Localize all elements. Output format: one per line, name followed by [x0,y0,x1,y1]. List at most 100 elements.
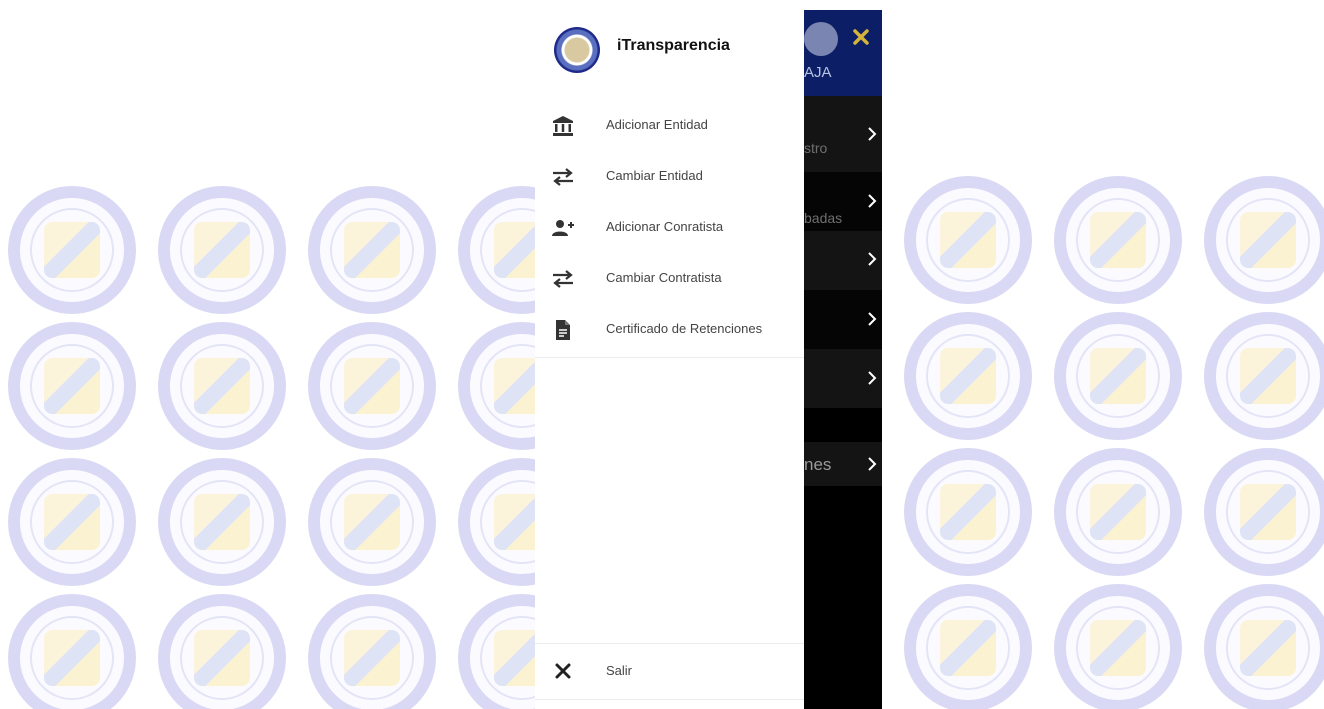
footer-divider [535,643,804,644]
watermark-seal [904,448,1032,576]
watermark-seal [158,594,286,709]
watermark-seal-emblem [494,358,535,414]
menu-item-adicionar-contratista[interactable]: Adicionar Conratista [535,202,804,253]
close-icon [555,663,571,679]
watermark-seal-emblem [44,358,100,414]
watermark-seal [158,458,286,586]
watermark-seal [1054,312,1182,440]
watermark-seal-emblem [1240,212,1296,268]
watermark-seal [308,458,436,586]
footer-divider [535,699,804,700]
watermark-seal-emblem [194,630,250,686]
watermark-seal [158,186,286,314]
watermark-seal [1204,176,1324,304]
document-icon [556,320,570,340]
menu-item-cambiar-contratista[interactable]: Cambiar Contratista [535,253,804,304]
background-app-row-text: badas [804,210,843,226]
navigation-drawer: iTransparencia Adicionar Entidad Cambiar… [535,0,804,709]
logout-button[interactable]: Salir [535,645,804,697]
watermark-background-left [0,0,535,709]
bank-icon [553,116,573,136]
logout-label: Salir [606,663,633,678]
watermark-seal-emblem [44,222,100,278]
background-app-row[interactable] [804,290,882,349]
watermark-seal [1204,448,1324,576]
watermark-seal [308,594,436,709]
menu-divider [535,357,804,358]
background-app-row[interactable] [804,231,882,290]
chevron-right-icon [868,312,877,326]
watermark-seal [458,186,535,314]
watermark-seal-emblem [194,494,250,550]
background-app-row-text: stro [804,140,828,156]
watermark-seal [904,176,1032,304]
watermark-seal-emblem [344,222,400,278]
watermark-seal-emblem [344,630,400,686]
watermark-seal [158,322,286,450]
watermark-background-right [882,0,1324,709]
watermark-seal [1054,448,1182,576]
watermark-seal-emblem [194,358,250,414]
menu-item-label: Certificado de Retenciones [606,321,763,336]
drawer-menu: Adicionar Entidad Cambiar Entidad Adicio… [535,100,804,355]
watermark-seal [458,458,535,586]
watermark-seal [1204,312,1324,440]
watermark-seal [458,322,535,450]
watermark-seal-emblem [344,494,400,550]
watermark-seal [8,186,136,314]
watermark-seal [308,322,436,450]
watermark-seal-emblem [1240,348,1296,404]
chevron-right-icon [868,127,877,141]
person-add-icon [552,220,574,236]
watermark-grid-right [904,176,1324,709]
menu-item-label: Adicionar Conratista [606,219,724,234]
watermark-seal-emblem [940,212,996,268]
swap-icon [553,270,573,288]
background-app-header-text: AJA [804,64,832,81]
app-logo [554,27,600,73]
watermark-seal-emblem [1240,620,1296,676]
watermark-seal-emblem [940,484,996,540]
watermark-seal-emblem [494,630,535,686]
watermark-seal-emblem [44,494,100,550]
watermark-seal [904,584,1032,709]
watermark-seal-emblem [44,630,100,686]
chevron-right-icon [868,194,877,208]
watermark-seal [1054,176,1182,304]
watermark-seal-emblem [1090,212,1146,268]
background-app-row[interactable] [804,349,882,408]
watermark-seal-emblem [1090,348,1146,404]
watermark-seal [8,458,136,586]
menu-item-cambiar-entidad[interactable]: Cambiar Entidad [535,151,804,202]
watermark-seal [458,594,535,709]
background-app-row[interactable]: badas [804,172,882,231]
background-app-panel: AJA stro badas nes [804,10,882,709]
close-icon[interactable] [852,28,870,46]
chevron-right-icon [868,252,877,266]
menu-item-label: Cambiar Entidad [606,168,703,183]
watermark-seal-emblem [494,222,535,278]
menu-item-certificado-retenciones[interactable]: Certificado de Retenciones [535,304,804,355]
watermark-seal-emblem [940,620,996,676]
watermark-seal-emblem [344,358,400,414]
watermark-seal-emblem [940,348,996,404]
background-app-row[interactable]: stro [804,96,882,172]
watermark-seal-emblem [1090,620,1146,676]
watermark-seal [1204,584,1324,709]
watermark-seal [1054,584,1182,709]
watermark-seal [8,594,136,709]
watermark-seal-emblem [494,494,535,550]
menu-item-label: Cambiar Contratista [606,270,722,285]
background-app-header: AJA [804,10,882,96]
swap-icon [553,168,573,186]
watermark-seal-emblem [1240,484,1296,540]
background-app-row[interactable]: nes [804,442,882,486]
drawer-title: iTransparencia [617,37,730,54]
watermark-grid-left [8,186,535,709]
watermark-seal [904,312,1032,440]
watermark-seal-emblem [194,222,250,278]
menu-item-adicionar-entidad[interactable]: Adicionar Entidad [535,100,804,151]
chevron-right-icon [868,457,877,471]
watermark-seal [308,186,436,314]
background-app-logo [804,22,838,56]
